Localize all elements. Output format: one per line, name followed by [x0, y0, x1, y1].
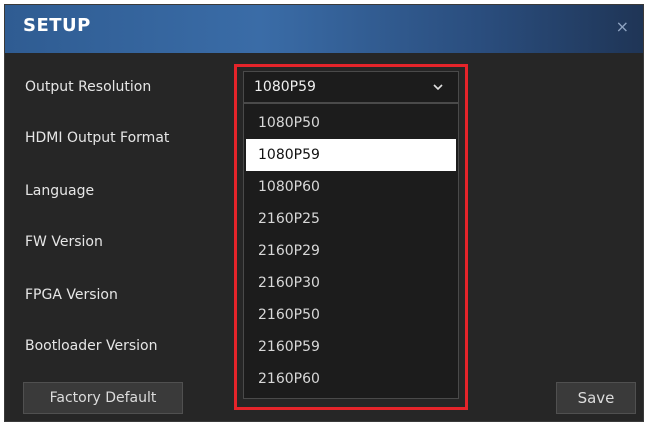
resolution-option[interactable]: 2160P50 — [246, 299, 456, 331]
resolution-option-selected[interactable]: 1080P59 — [246, 139, 456, 171]
dialog-title: SETUP — [23, 15, 91, 36]
close-icon[interactable]: × — [616, 19, 629, 35]
resolution-option[interactable]: 2160P59 — [246, 331, 456, 363]
output-resolution-value: 1080P59 — [254, 79, 316, 95]
hdmi-output-format-label: HDMI Output Format — [25, 130, 170, 146]
resolution-dropdown-list: 1080P50 1080P59 1080P60 2160P25 2160P29 … — [243, 103, 459, 399]
output-resolution-label: Output Resolution — [25, 79, 152, 95]
resolution-option[interactable]: 1080P50 — [246, 107, 456, 139]
save-button[interactable]: Save — [556, 382, 636, 414]
chevron-down-icon — [433, 84, 443, 91]
language-label: Language — [25, 183, 95, 199]
factory-default-button[interactable]: Factory Default — [23, 382, 183, 414]
output-resolution-select[interactable]: 1080P59 — [243, 71, 459, 103]
resolution-option[interactable]: 2160P29 — [246, 235, 456, 267]
bootloader-version-label: Bootloader Version — [25, 338, 158, 354]
resolution-option[interactable]: 2160P30 — [246, 267, 456, 299]
title-bar: SETUP × — [5, 5, 643, 53]
fw-version-label: FW Version — [25, 234, 103, 250]
resolution-option[interactable]: 2160P60 — [246, 363, 456, 395]
resolution-option[interactable]: 2160P25 — [246, 203, 456, 235]
fpga-version-label: FPGA Version — [25, 287, 118, 303]
resolution-option[interactable]: 1080P60 — [246, 171, 456, 203]
setup-dialog: SETUP × Output Resolution HDMI Output Fo… — [4, 4, 644, 422]
